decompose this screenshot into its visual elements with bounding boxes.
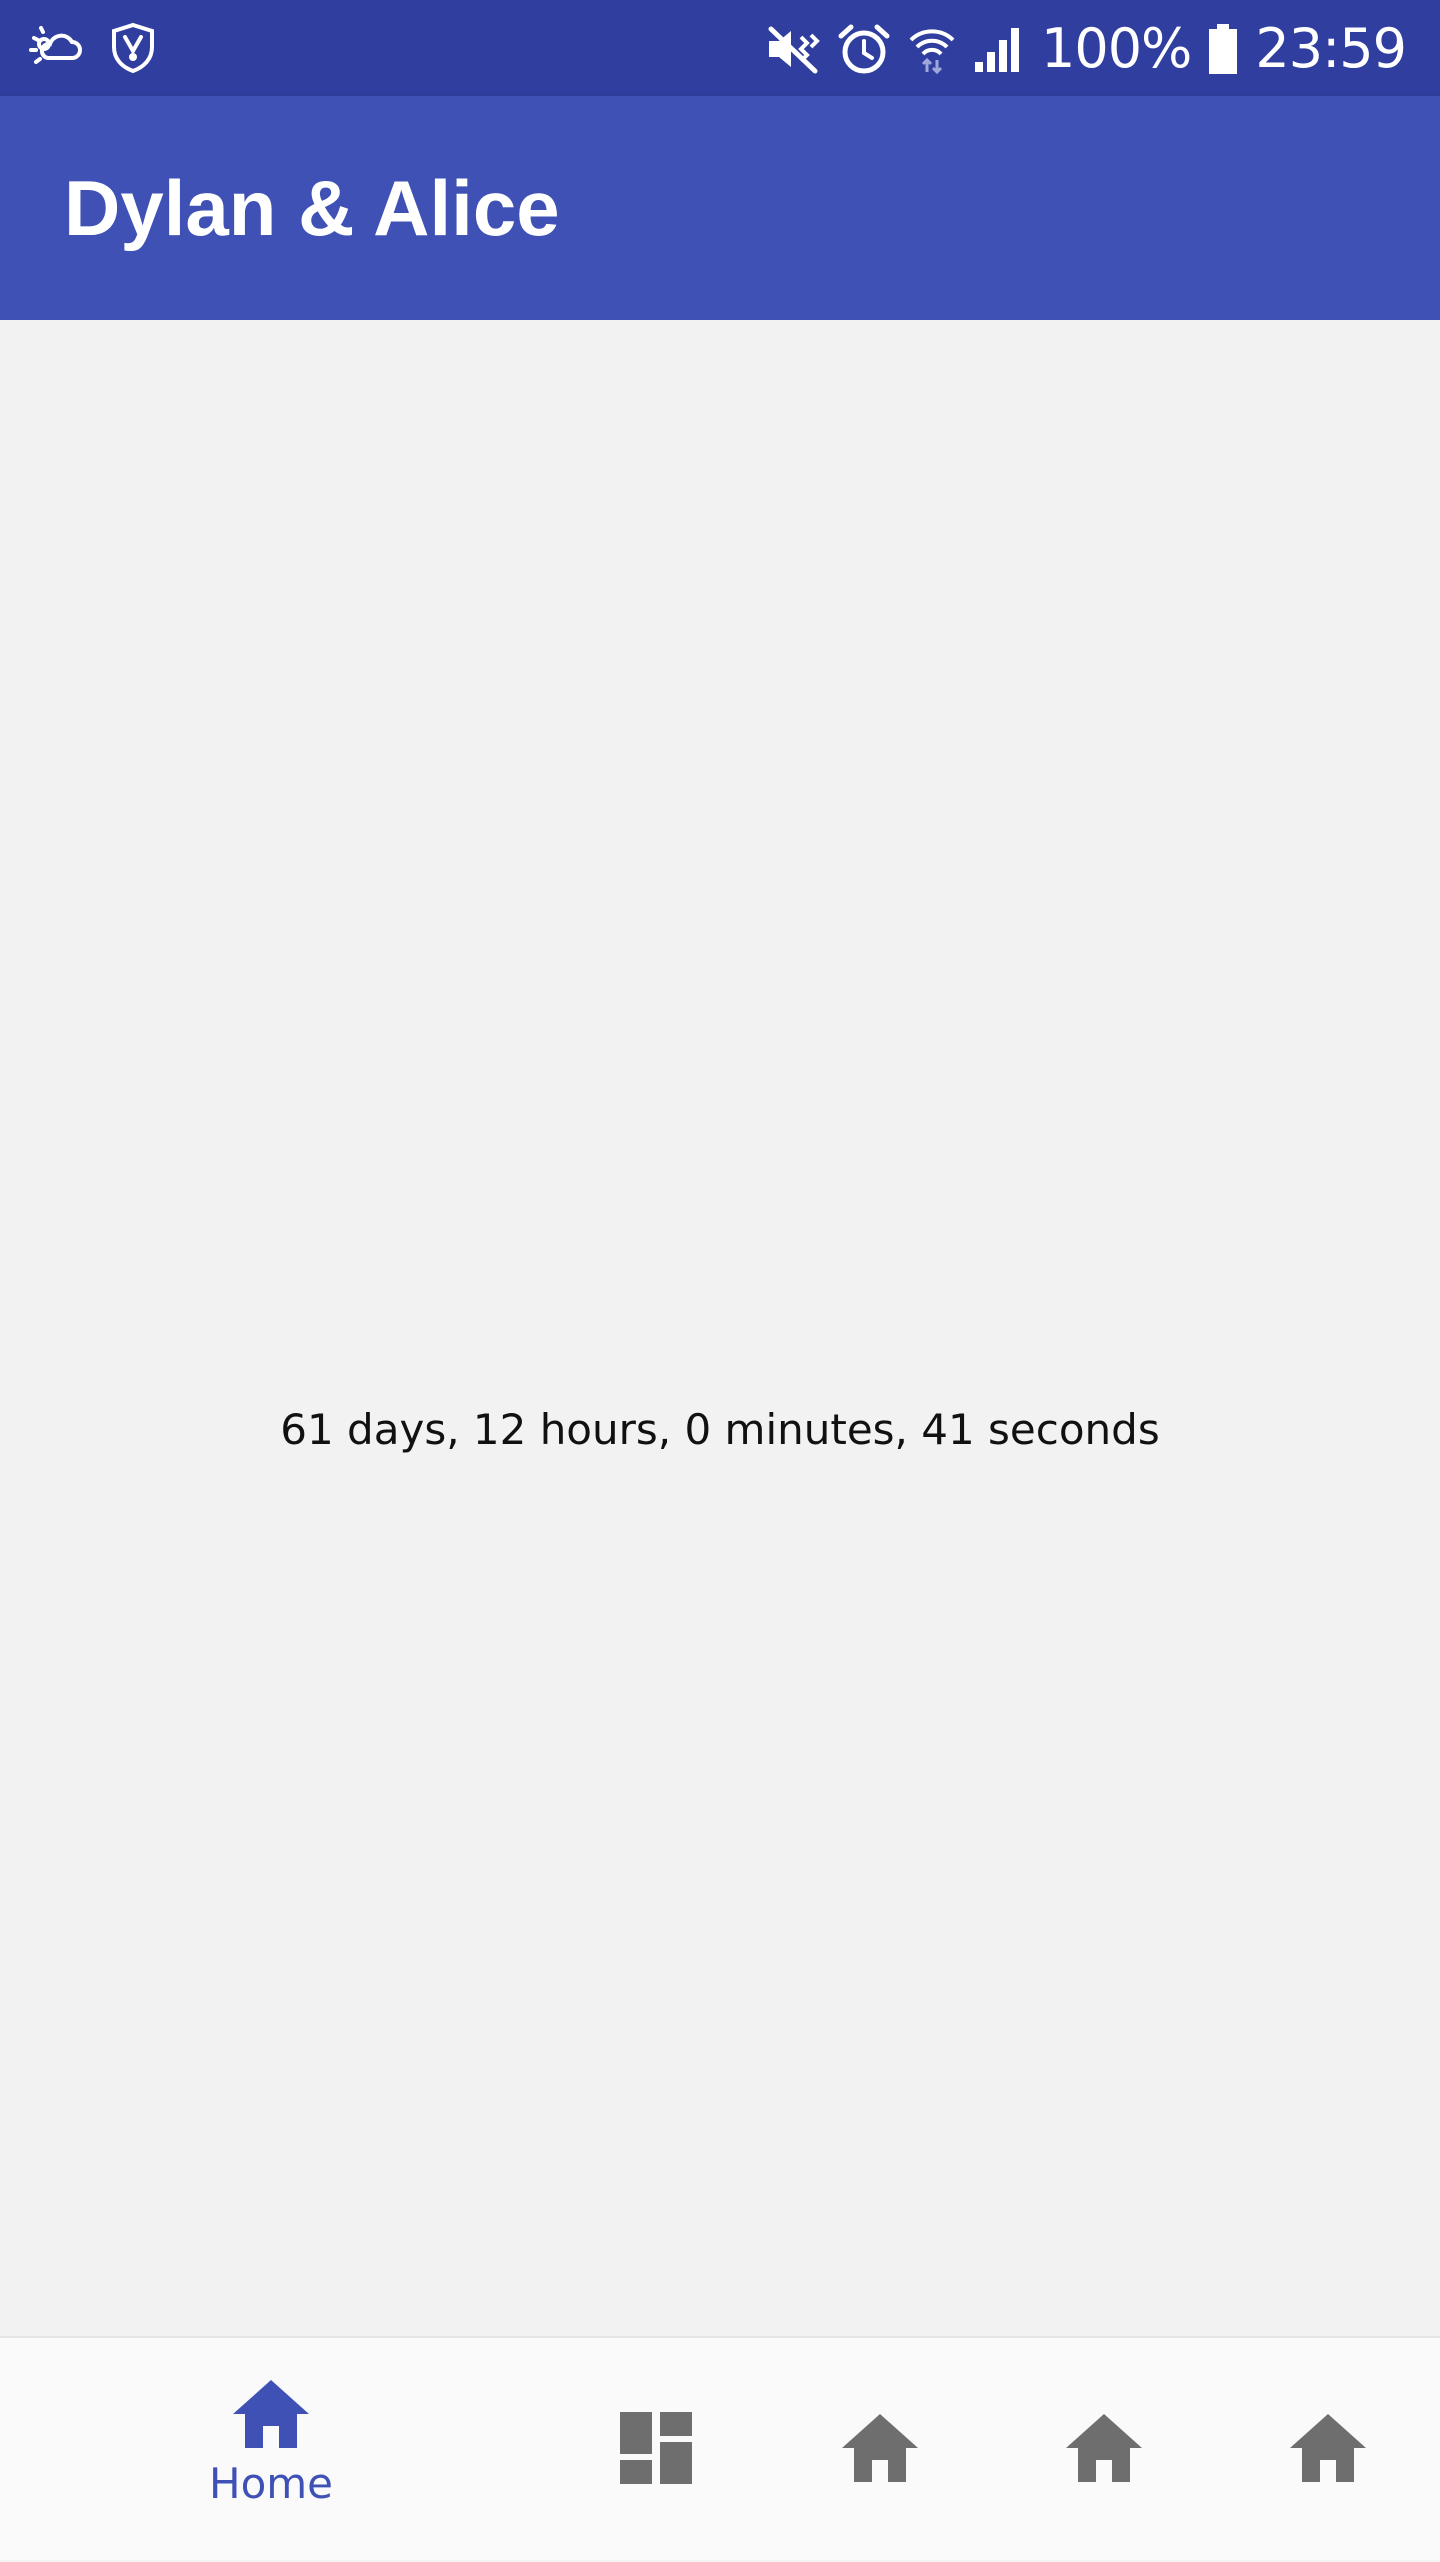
nav-item-home-4[interactable] [994, 2338, 1214, 2562]
status-right: 100% 23:59 [765, 14, 1407, 84]
status-left-icons [28, 20, 158, 76]
status-time: 23:59 [1255, 17, 1407, 80]
home-icon [1062, 2410, 1146, 2486]
battery-percent: 100% [1040, 17, 1192, 80]
home-icon [838, 2410, 922, 2486]
nav-item-home[interactable]: Home [161, 2338, 381, 2562]
main-content: 61 days, 12 hours, 0 minutes, 41 seconds [0, 320, 1440, 2336]
nav-item-home-5[interactable] [1218, 2338, 1438, 2562]
dashboard-icon [618, 2410, 694, 2486]
alarm-icon [837, 22, 891, 76]
signal-icon [973, 24, 1025, 74]
page-title: Dylan & Alice [64, 164, 560, 252]
weather-icon [28, 22, 86, 74]
home-icon [229, 2376, 313, 2452]
nav-item-home-3[interactable] [770, 2338, 990, 2562]
nav-item-label: Home [208, 2459, 334, 2508]
wifi-icon [907, 22, 957, 76]
bottom-navigation: Home [0, 2336, 1440, 2560]
nav-item-dashboard[interactable] [546, 2338, 766, 2562]
shield-icon [108, 21, 158, 75]
app-bar: Dylan & Alice [0, 96, 1440, 320]
home-icon [1286, 2410, 1370, 2486]
vibrate-icon [765, 23, 821, 75]
status-bar: 100% 23:59 [0, 0, 1440, 96]
battery-icon [1207, 22, 1239, 76]
elapsed-time-counter: 61 days, 12 hours, 0 minutes, 41 seconds [280, 1405, 1160, 1454]
